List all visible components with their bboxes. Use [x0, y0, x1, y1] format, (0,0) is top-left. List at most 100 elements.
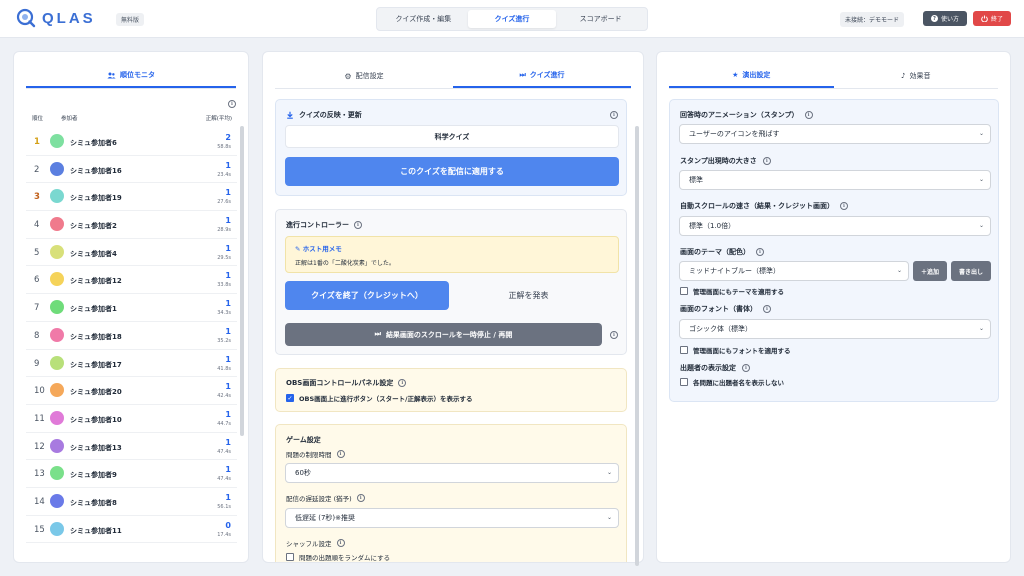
chevron-down-icon: ⌄ [606, 469, 612, 476]
avatar [50, 410, 64, 425]
info-icon[interactable]: i [398, 379, 407, 387]
control-scrollbar[interactable] [635, 126, 639, 566]
theme-admin-checkbox[interactable] [680, 287, 688, 295]
hide-author-checkbox[interactable] [680, 378, 688, 386]
info-icon[interactable]: i [336, 450, 345, 458]
shuffle-label-text: シャッフル設定 [286, 540, 332, 548]
theme-admin-option[interactable]: 管理画面にもテーマを適用する [680, 286, 784, 296]
animation-select[interactable]: ユーザーのアイコンを飛ばす ⌄ [679, 124, 991, 144]
rank-number: 12 [34, 441, 45, 452]
ranking-row: 3 シミュ参加者19 1 27.6s [26, 183, 237, 212]
avatar [50, 493, 64, 508]
scroll-speed-value: 標準（1.0倍） [689, 222, 736, 230]
tab-quiz-control-label: クイズ進行 [529, 71, 565, 79]
quiz-update-title-text: クイズの反映・更新 [299, 111, 362, 119]
info-icon[interactable]: i [742, 364, 750, 372]
rank-number: 1 [34, 137, 40, 147]
info-icon[interactable]: i [610, 111, 618, 119]
logo: QLAS [16, 8, 96, 28]
correct-count: 1 [225, 243, 231, 253]
obs-title-text: OBS画面コントロールパネル設定 [286, 379, 394, 387]
main-tab-group: クイズ作成・編集 クイズ進行 スコアボード [376, 7, 648, 31]
avatar [50, 300, 64, 315]
correct-count: 1 [225, 465, 231, 475]
average-time: 27.6s [217, 199, 231, 206]
obs-show-buttons-checkbox[interactable]: ✓ [286, 394, 294, 402]
control-panel: ⚙ 配信設定 ⏭ クイズ進行 クイズの反映・更新 i 科学クイズ このクイズを配… [262, 51, 644, 563]
animation-value: ユーザーのアイコンを飛ばす [689, 130, 780, 138]
rank-number: 14 [34, 496, 45, 507]
tab-broadcast-settings[interactable]: ⚙ 配信設定 [275, 64, 453, 88]
info-icon[interactable]: i [804, 111, 813, 119]
info-icon[interactable]: i [840, 202, 848, 210]
tab-ranking-monitor[interactable]: 順位モニタ [26, 64, 236, 88]
font-admin-option[interactable]: 管理画面にもフォントを適用する [680, 345, 791, 355]
info-icon[interactable]: i [356, 494, 365, 502]
tab-quiz-edit[interactable]: クイズ作成・編集 [379, 10, 468, 28]
stamp-size-select[interactable]: 標準 ⌄ [679, 170, 991, 190]
plan-badge: 無料版 [116, 13, 145, 26]
ranking-table-header: 順位 参加者 正解(平均) [32, 114, 232, 124]
host-memo-body: 正解は1番の「二酸化炭素」でした。 [295, 260, 395, 267]
rank-number: 7 [34, 303, 40, 314]
tab-sound[interactable]: ♪ 効果音 [834, 64, 999, 88]
author-label-text: 出題者の表示設定 [680, 364, 736, 372]
info-icon[interactable]: i [336, 539, 345, 547]
export-theme-button[interactable]: 書き出し [951, 261, 991, 281]
avatar [50, 134, 64, 148]
info-icon[interactable]: i [610, 331, 618, 339]
avatar [50, 161, 64, 176]
col-rank: 順位 [32, 116, 44, 122]
theme-select[interactable]: ミッドナイトブルー（標準） ⌄ [679, 261, 909, 281]
end-button[interactable]: 終了 [973, 11, 1011, 26]
avatar [50, 466, 64, 481]
tab-quiz-control[interactable]: ⏭ クイズ進行 [453, 64, 631, 88]
add-theme-button[interactable]: ＋追加 [913, 261, 947, 281]
correct-count: 1 [225, 160, 231, 170]
participant-name: シミュ参加者17 [70, 360, 122, 369]
participant-name: シミュ参加者10 [70, 415, 122, 424]
tab-effects[interactable]: ★ 演出設定 [669, 64, 834, 88]
end-button-label: 終了 [990, 16, 1003, 23]
info-icon[interactable]: i [762, 157, 771, 165]
avatar [50, 327, 64, 342]
chevron-down-icon: ⌄ [978, 130, 984, 137]
average-time: 29.5s [217, 254, 231, 261]
pause-scroll-button[interactable]: ⏭ 結果画面のスクロールを一時停止 / 再開 [285, 323, 602, 346]
correct-count: 1 [225, 271, 231, 281]
font-select[interactable]: ゴシック体（標準） ⌄ [679, 319, 991, 339]
logo-mark-icon [16, 8, 36, 28]
chevron-down-icon: ⌄ [978, 325, 984, 332]
info-icon[interactable]: i [228, 100, 236, 108]
info-icon[interactable]: i [354, 221, 362, 229]
author-label: 出題者の表示設定 i [680, 363, 750, 373]
apply-quiz-button[interactable]: このクイズを配信に適用する [285, 157, 619, 186]
average-time: 17.4s [217, 531, 231, 538]
font-label-text: 画面のフォント（書体） [680, 305, 757, 313]
help-button[interactable]: ? 使い方 [923, 11, 967, 26]
ranking-row: 7 シミュ参加者1 1 34.3s [26, 294, 237, 322]
average-time: 56.1s [217, 503, 231, 510]
correct-count: 1 [225, 354, 231, 364]
ranking-scrollbar[interactable] [240, 126, 244, 436]
info-icon[interactable]: i [763, 305, 771, 313]
info-icon[interactable]: i [756, 248, 764, 256]
ranking-row: 4 シミュ参加者2 1 28.9s [26, 211, 237, 239]
reveal-answer-button[interactable]: 正解を発表 [446, 281, 611, 310]
time-limit-select[interactable]: 60秒 ⌄ [285, 463, 619, 483]
tab-scoreboard[interactable]: スコアボード [556, 10, 645, 28]
tab-quiz-progress[interactable]: クイズ進行 [467, 10, 557, 28]
obs-show-buttons-option[interactable]: ✓ OBS画面上に進行ボタン（スタート/正解表示）を表示する [286, 393, 473, 403]
hide-author-option[interactable]: 各問題に出題者名を表示しない [680, 377, 784, 387]
end-quiz-button[interactable]: クイズを終了（クレジットへ） [285, 281, 449, 310]
shuffle-checkbox[interactable] [286, 553, 294, 561]
shuffle-option[interactable]: 問題の出題順をランダムにする [286, 552, 390, 562]
font-admin-checkbox[interactable] [680, 346, 688, 354]
delay-select[interactable]: 低遅延 (7秒)※推奨 ⌄ [285, 508, 619, 528]
rank-number: 13 [34, 469, 45, 480]
controller-title-text: 進行コントローラー [286, 221, 349, 229]
ranking-tabbar: 順位モニタ [26, 64, 236, 89]
scroll-speed-select[interactable]: 標準（1.0倍） ⌄ [679, 216, 991, 236]
correct-count: 1 [225, 409, 231, 419]
font-value: ゴシック体（標準） [689, 325, 752, 333]
